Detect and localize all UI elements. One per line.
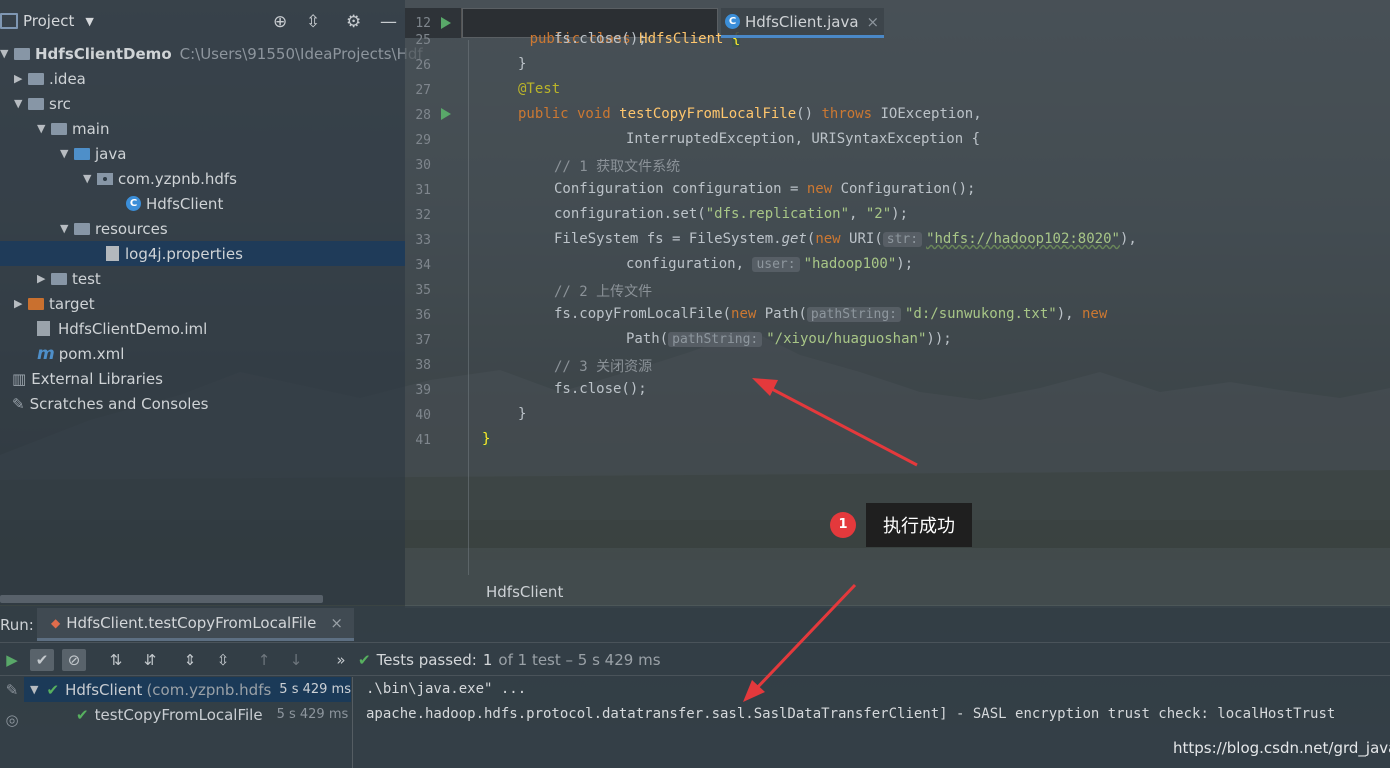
annotation-badge: 1 [830, 512, 856, 538]
watermark: https://blog.csdn.net/grd_java [1173, 739, 1390, 757]
annotation-note: 执行成功 [866, 503, 972, 547]
annotation-arrows [743, 378, 918, 702]
